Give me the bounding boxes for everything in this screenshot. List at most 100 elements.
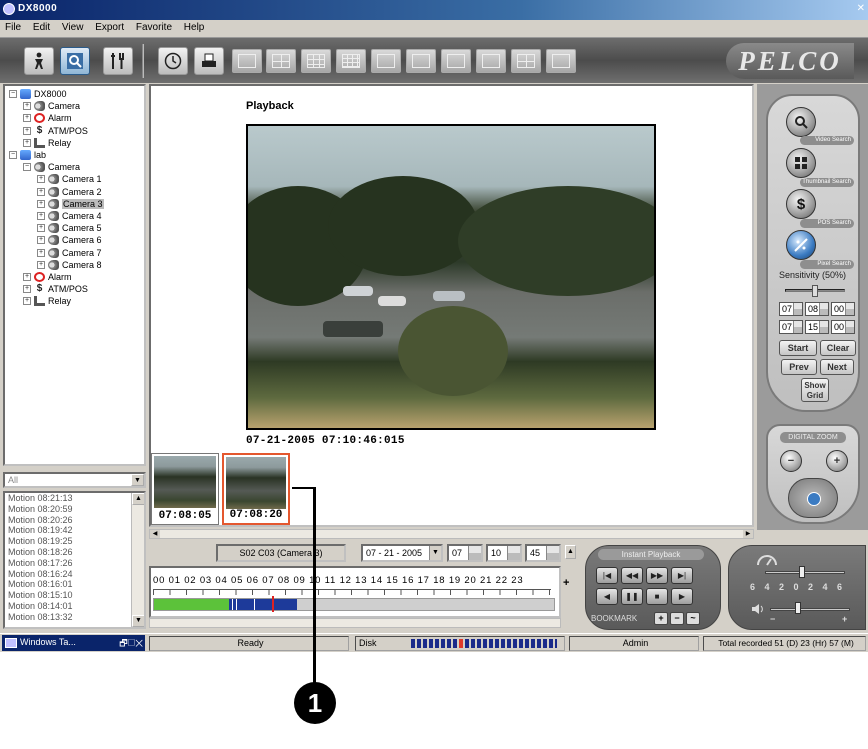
thumbnail[interactable]: 07:08:05: [151, 453, 219, 525]
window-controls-icon[interactable]: 🗗▢✕: [119, 636, 143, 651]
layout-1plus12-button[interactable]: [441, 49, 471, 73]
rewind-button[interactable]: ◀◀: [621, 567, 643, 584]
tree-item[interactable]: + Camera 7: [37, 247, 102, 259]
layout-2plus8-button[interactable]: [476, 49, 506, 73]
stop-button[interactable]: ■: [646, 588, 668, 605]
skip-end-button[interactable]: ▶|: [671, 567, 693, 584]
collapse-icon[interactable]: +: [23, 285, 31, 294]
layout-1plus3-button[interactable]: [511, 49, 541, 73]
video-search-button[interactable]: [786, 107, 816, 137]
list-item[interactable]: Motion 08:21:13: [5, 493, 144, 504]
tree-item[interactable]: + Camera: [23, 100, 80, 112]
second-spinner[interactable]: 45: [525, 544, 561, 562]
scroll-up-icon[interactable]: ▲: [132, 493, 144, 505]
from-second-spinner[interactable]: 00: [831, 302, 855, 316]
tree-item[interactable]: + $ ATM/POS: [23, 125, 88, 137]
tree-item[interactable]: + Camera 5: [37, 222, 102, 234]
collapse-icon[interactable]: +: [23, 114, 31, 123]
tree-item[interactable]: + Alarm: [23, 271, 72, 283]
tree-item[interactable]: + $ ATM/POS: [23, 283, 88, 295]
list-item[interactable]: Motion 08:13:32: [5, 612, 144, 623]
chevron-down-icon[interactable]: ▼: [429, 546, 441, 560]
list-item[interactable]: Motion 08:19:25: [5, 536, 144, 547]
tree-item[interactable]: + Camera 1: [37, 173, 102, 185]
to-hour-spinner[interactable]: 07: [779, 320, 803, 334]
prev-button[interactable]: Prev: [781, 359, 817, 375]
scroll-left-icon[interactable]: ◀: [150, 530, 160, 538]
list-item[interactable]: Motion 08:17:26: [5, 558, 144, 569]
expand-icon[interactable]: +: [37, 199, 45, 208]
event-filter-select[interactable]: All ▼: [3, 472, 146, 488]
skip-start-button[interactable]: |◀: [596, 567, 618, 584]
list-item[interactable]: Motion 08:20:26: [5, 515, 144, 526]
scroll-down-icon[interactable]: ▼: [132, 615, 144, 627]
bookmark-remove-button[interactable]: −: [670, 612, 684, 625]
volume-slider[interactable]: [770, 608, 850, 611]
expand-icon[interactable]: +: [37, 187, 45, 196]
pos-search-button[interactable]: $: [786, 189, 816, 219]
collapse-icon[interactable]: +: [23, 102, 31, 111]
volume-plus-icon[interactable]: +: [842, 614, 847, 624]
layout-2x2-button[interactable]: [266, 49, 296, 73]
menu-view[interactable]: View: [57, 20, 88, 33]
tree-item[interactable]: + Alarm: [23, 112, 72, 124]
dpad-center-icon[interactable]: [807, 492, 821, 506]
collapse-up-icon[interactable]: ▲: [565, 545, 576, 559]
layout-3x3-button[interactable]: [301, 49, 331, 73]
to-second-spinner[interactable]: 00: [831, 320, 855, 334]
minimized-window-taskbar[interactable]: Windows Ta... 🗗▢✕: [2, 635, 145, 651]
timeline-recording-bar[interactable]: [153, 596, 555, 612]
tree-item[interactable]: + Camera 2: [37, 186, 102, 198]
collapse-icon[interactable]: −: [9, 90, 17, 98]
menu-favorite[interactable]: Favorite: [131, 20, 176, 33]
pause-button[interactable]: ❚❚: [621, 588, 643, 605]
main-horizontal-scrollbar[interactable]: ◀ ▶: [149, 529, 754, 539]
list-item[interactable]: Motion 08:16:24: [5, 569, 144, 580]
list-item[interactable]: Motion 08:14:01: [5, 601, 144, 612]
chevron-down-icon[interactable]: ▼: [131, 474, 144, 486]
collapse-icon[interactable]: +: [23, 297, 31, 306]
collapse-icon[interactable]: +: [23, 138, 31, 147]
layout-1plus5-button[interactable]: [371, 49, 401, 73]
speed-slider-knob[interactable]: [799, 566, 805, 578]
tree-item[interactable]: − Camera: [23, 161, 80, 173]
next-button[interactable]: Next: [820, 359, 854, 375]
start-button[interactable]: Start: [779, 340, 817, 356]
collapse-icon[interactable]: −: [9, 151, 17, 159]
print-button[interactable]: [194, 47, 224, 75]
play-button[interactable]: ▶: [671, 588, 693, 605]
bookmark-list-button[interactable]: ~: [686, 612, 700, 625]
search-button[interactable]: [60, 47, 90, 75]
menu-help[interactable]: Help: [179, 20, 209, 33]
to-minute-spinner[interactable]: 15: [805, 320, 829, 334]
live-view-button[interactable]: [24, 47, 54, 75]
tree-item[interactable]: + Camera 3: [37, 198, 104, 210]
layout-1x1-button[interactable]: [232, 49, 262, 73]
date-picker[interactable]: 07 - 21 - 2005 ▼: [361, 544, 443, 562]
collapse-icon[interactable]: +: [23, 126, 31, 135]
minute-spinner[interactable]: 10: [486, 544, 522, 562]
from-minute-spinner[interactable]: 08: [805, 302, 829, 316]
zoom-out-button[interactable]: −: [780, 450, 802, 472]
tree-item[interactable]: + Camera 6: [37, 234, 102, 246]
pan-dpad[interactable]: [788, 478, 838, 518]
menu-file[interactable]: File: [0, 20, 25, 33]
collapse-icon[interactable]: +: [23, 273, 31, 281]
sensitivity-slider-knob[interactable]: [812, 285, 818, 297]
zoom-in-button[interactable]: +: [826, 450, 848, 472]
show-grid-button[interactable]: Show Grid: [801, 378, 829, 402]
collapse-icon[interactable]: −: [23, 163, 31, 172]
setup-button[interactable]: [103, 47, 133, 75]
speed-slider[interactable]: [765, 571, 845, 574]
menu-edit[interactable]: Edit: [28, 20, 54, 33]
sensitivity-slider[interactable]: [785, 285, 845, 297]
scroll-right-icon[interactable]: ▶: [743, 530, 753, 538]
close-icon[interactable]: ✕: [857, 3, 865, 14]
tree-item[interactable]: + Camera 4: [37, 210, 102, 222]
reverse-play-button[interactable]: ◀: [596, 588, 618, 605]
list-item[interactable]: Motion 08:20:59: [5, 504, 144, 515]
tree-item[interactable]: − DX8000: [9, 88, 67, 100]
pixel-search-button[interactable]: [786, 230, 816, 260]
volume-slider-knob[interactable]: [795, 602, 801, 614]
video-frame[interactable]: [246, 124, 656, 430]
